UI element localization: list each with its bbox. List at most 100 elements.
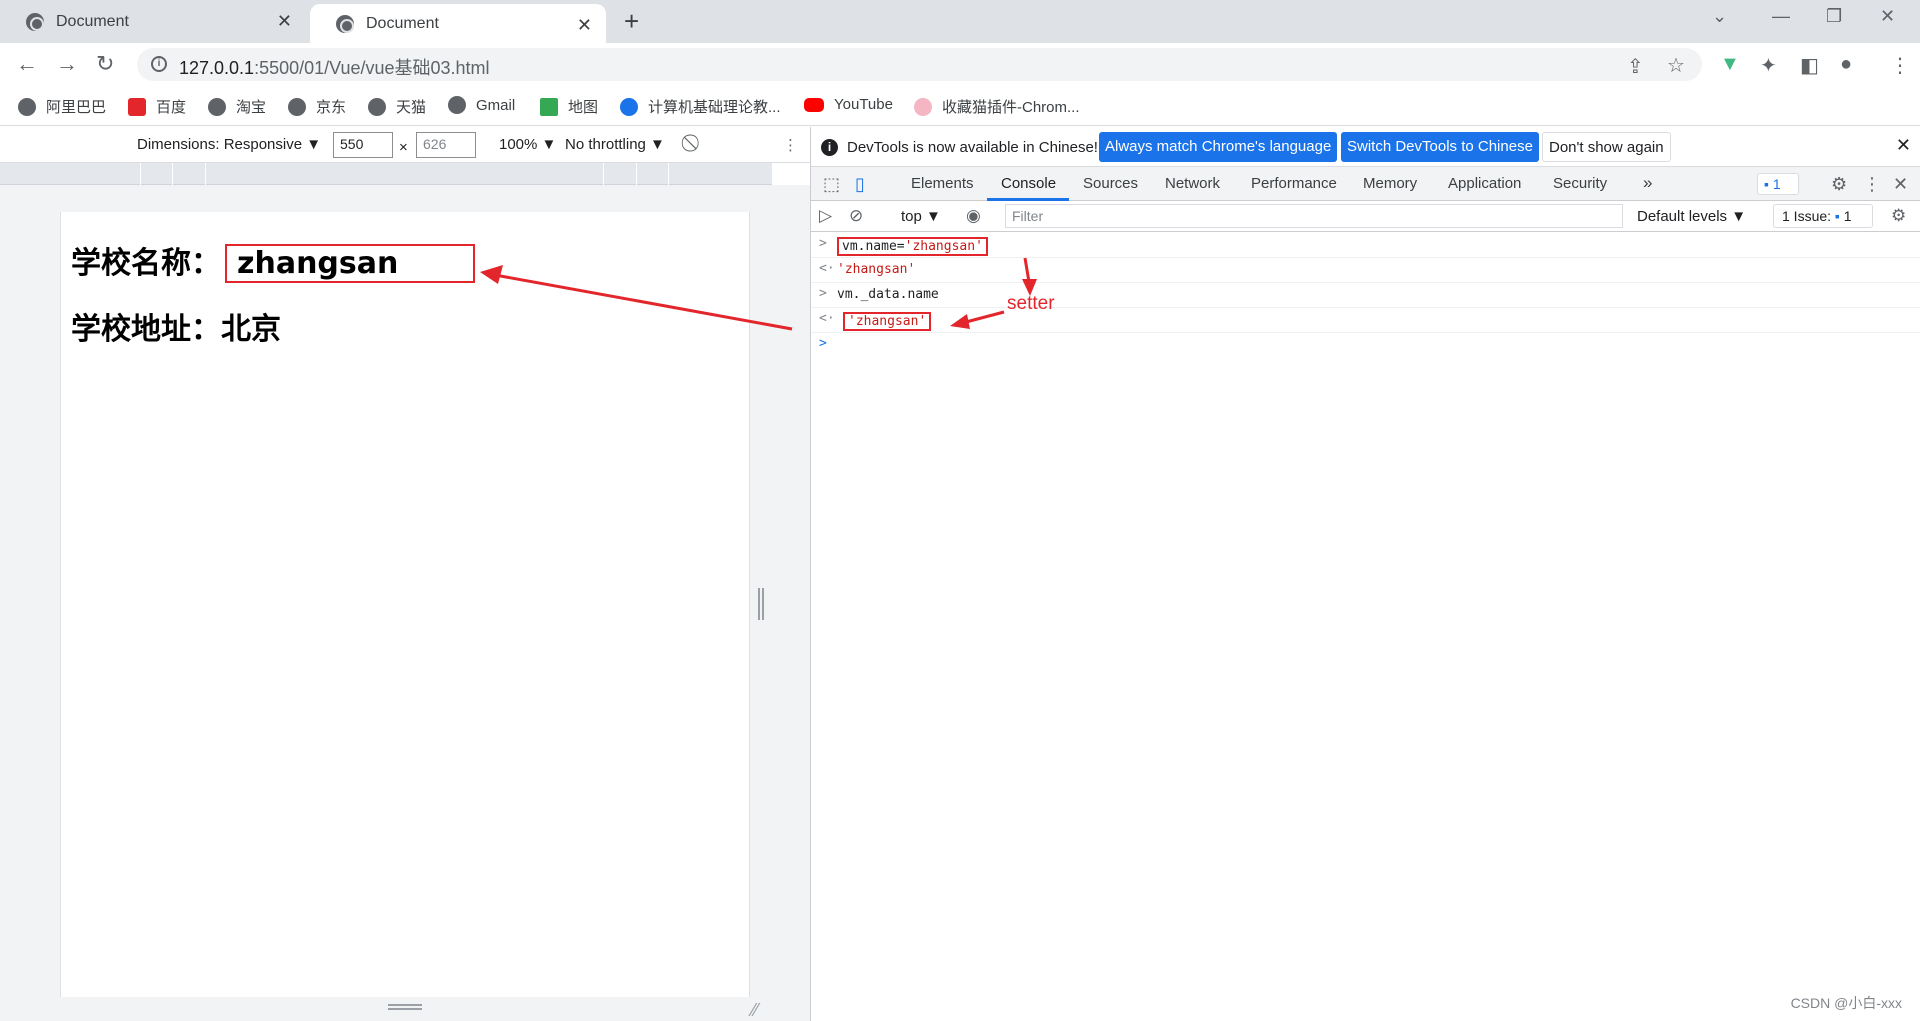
globe-icon (26, 12, 44, 31)
close-icon[interactable]: ✕ (1896, 135, 1911, 156)
bookmark-item[interactable]: YouTube (804, 96, 893, 113)
height-input[interactable]: 626 (416, 132, 476, 158)
console-result-line[interactable]: <· 'zhangsan' (811, 258, 1920, 283)
clear-console-icon[interactable]: ⊘ (849, 206, 863, 226)
viewport-corner-handle[interactable]: ⁄⁄ (752, 1000, 758, 1021)
result-string: 'zhangsan' (843, 312, 932, 331)
bookmark-item[interactable]: 收藏猫插件-Chrom... (914, 96, 1080, 117)
more-options-icon[interactable]: ⋮ (783, 136, 798, 154)
url-text[interactable]: 127.0.0.1:5500/01/Vue/vue基础03.html (179, 54, 490, 80)
share-icon[interactable]: ⇪ (1627, 54, 1644, 79)
result-arrow-icon: <· (819, 261, 835, 276)
bookmark-item[interactable]: 地图 (540, 96, 598, 117)
issues-counter[interactable]: 1 Issue: ▪ 1 (1773, 204, 1873, 228)
ruler-divider (603, 163, 604, 185)
tab-strip: Document ✕ Document ✕ + ⌄ — ❐ ✕ (0, 0, 1920, 43)
viewport-bottom-handle[interactable] (388, 1004, 422, 1010)
tab-elements[interactable]: Elements (911, 175, 974, 192)
tab-search-icon[interactable]: ⌄ (1712, 6, 1727, 27)
globe-icon (448, 96, 466, 114)
close-devtools-icon[interactable]: ✕ (1893, 174, 1908, 195)
tab-title: Document (56, 12, 129, 30)
bookmark-item[interactable]: Gmail (448, 96, 515, 114)
minimize-button[interactable]: — (1772, 6, 1790, 27)
forward-icon[interactable]: → (56, 51, 78, 77)
tab-sources[interactable]: Sources (1083, 175, 1138, 192)
media-query-ruler[interactable] (0, 163, 772, 185)
console-input-line[interactable]: > vm.name='zhangsan' (811, 233, 1920, 258)
back-icon[interactable]: ← (16, 51, 38, 77)
browser-tab[interactable]: Document ✕ (0, 0, 306, 43)
inspect-element-icon[interactable]: ⬚ (823, 174, 840, 195)
bookmark-label: 计算机基础理论教... (648, 99, 781, 116)
filter-input[interactable]: Filter (1005, 204, 1623, 228)
input-prompt-icon: > (819, 236, 827, 251)
more-tabs-button[interactable]: » (1643, 173, 1652, 193)
bookmark-item[interactable]: 京东 (288, 96, 346, 117)
address-bar[interactable]: i 127.0.0.1:5500/01/Vue/vue基础03.html ⇪ ☆ (137, 48, 1702, 81)
tab-security[interactable]: Security (1553, 175, 1607, 192)
times-sign: × (399, 139, 408, 156)
width-input[interactable]: 550 (333, 132, 393, 158)
bookmark-item[interactable]: 计算机基础理论教... (620, 96, 781, 117)
viewport-resize-handle[interactable] (758, 588, 764, 620)
switch-to-chinese-button[interactable]: Switch DevTools to Chinese (1341, 132, 1539, 162)
new-tab-button[interactable]: + (624, 6, 639, 37)
side-panel-icon[interactable]: ◧ (1800, 53, 1819, 78)
device-toggle-icon[interactable]: ▯ (855, 174, 865, 195)
live-expression-eye-icon[interactable]: ◉ (966, 206, 981, 226)
window-close-button[interactable]: ✕ (1880, 6, 1895, 27)
tab-title: Document (366, 14, 439, 32)
context-selector[interactable]: top ▼ (901, 208, 941, 225)
tab-memory[interactable]: Memory (1363, 175, 1417, 192)
devtools-menu-icon[interactable]: ⋮ (1863, 174, 1881, 195)
bookmark-label: 地图 (568, 99, 599, 116)
restore-button[interactable]: ❐ (1826, 6, 1842, 27)
tab-application[interactable]: Application (1448, 175, 1521, 192)
settings-icon[interactable]: ⚙ (1831, 174, 1847, 195)
close-icon[interactable]: ✕ (577, 15, 592, 36)
bookmark-item[interactable]: 阿里巴巴 (18, 96, 106, 117)
result-string: 'zhangsan' (837, 262, 916, 277)
url-path: :5500/01/Vue/vue基础03.html (254, 58, 490, 78)
browser-tab-active[interactable]: Document ✕ (310, 4, 606, 43)
tab-console[interactable]: Console (1001, 175, 1056, 192)
console-settings-icon[interactable]: ⚙ (1891, 206, 1906, 226)
bookmark-label: 阿里巴巴 (46, 99, 107, 116)
bookmark-item[interactable]: 天猫 (368, 96, 426, 117)
console-toolbar: ▷ ⊘ top ▼ ◉ Filter Default levels ▼ 1 Is… (811, 201, 1920, 232)
issues-badge-count: 1 (1772, 176, 1781, 192)
bookmark-item[interactable]: 淘宝 (208, 96, 266, 117)
site-info-icon[interactable]: i (151, 56, 167, 72)
issues-badge[interactable]: ▪ 1 (1757, 173, 1799, 195)
school-address-line: 学校地址：北京 (71, 304, 281, 348)
menu-icon[interactable]: ⋮ (1890, 53, 1910, 78)
bookmark-item[interactable]: 百度 (128, 96, 186, 117)
youtube-icon (804, 97, 824, 112)
dont-show-again-button[interactable]: Don't show again (1542, 132, 1671, 162)
always-match-language-button[interactable]: Always match Chrome's language (1099, 132, 1338, 162)
tab-performance[interactable]: Performance (1251, 175, 1337, 192)
bookmark-star-icon[interactable]: ☆ (1667, 53, 1685, 78)
school-name-label: 学校名称： (71, 246, 221, 281)
sidebar-toggle-icon[interactable]: ▷ (819, 206, 832, 226)
profile-avatar-icon[interactable]: ● (1840, 53, 1852, 76)
zoom-dropdown[interactable]: 100% ▼ (499, 136, 556, 153)
vue-devtools-icon[interactable]: ▼ (1720, 53, 1740, 76)
globe-icon (18, 97, 36, 116)
bookmark-label: 百度 (156, 99, 187, 116)
dimensions-dropdown[interactable]: Dimensions: Responsive ▼ (137, 136, 321, 153)
console-result-line[interactable]: <· 'zhangsan' (811, 308, 1920, 333)
tab-network[interactable]: Network (1165, 175, 1220, 192)
bookmark-label: 淘宝 (236, 99, 267, 116)
reload-icon[interactable]: ↻ (96, 51, 114, 77)
message-icon: ▪ (1834, 208, 1840, 224)
log-levels-dropdown[interactable]: Default levels ▼ (1637, 208, 1746, 225)
throttling-dropdown[interactable]: No throttling ▼ (565, 136, 665, 153)
close-icon[interactable]: ✕ (277, 11, 292, 32)
console-input-line[interactable]: > vm._data.name (811, 283, 1920, 308)
extensions-icon[interactable]: ✦ (1760, 53, 1777, 78)
console-prompt[interactable]: > (811, 333, 1920, 358)
devtools-tab-bar: ⬚ ▯ Elements Console Sources Network Per… (811, 167, 1920, 201)
code-expression: vm.name= (842, 239, 905, 254)
